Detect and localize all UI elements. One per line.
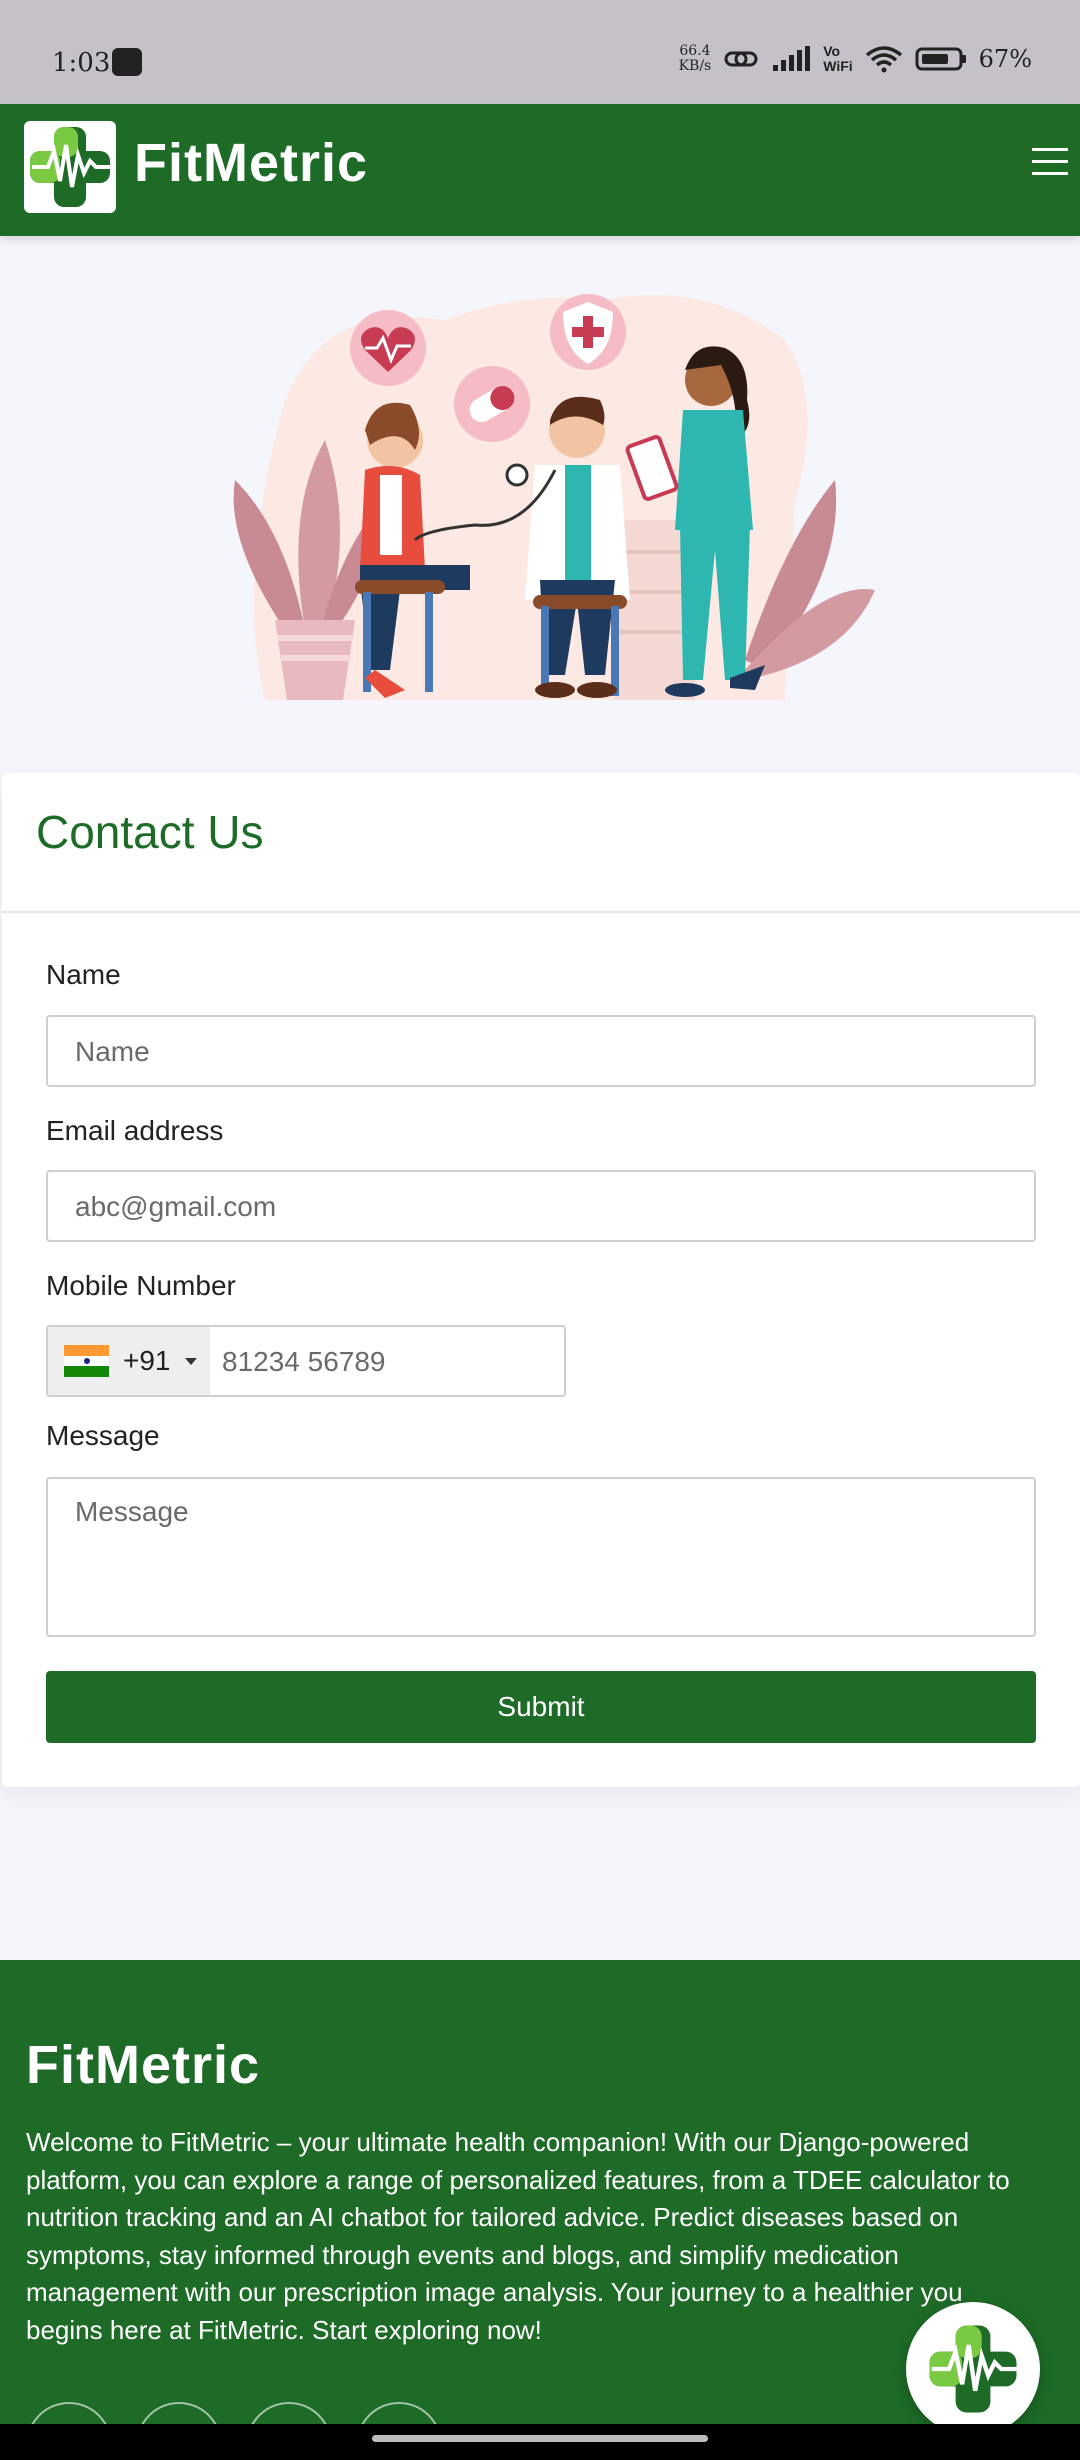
message-textarea[interactable]: Message (46, 1477, 1036, 1637)
message-label: Message (46, 1420, 160, 1451)
brand-logo[interactable] (24, 121, 116, 213)
mobile-input[interactable]: 81234 56789 (222, 1346, 386, 1378)
mobile-number-field: +91 81234 56789 (46, 1325, 566, 1397)
heart-badge-icon (350, 310, 426, 386)
hamburger-menu-icon[interactable] (1032, 142, 1072, 182)
shield-badge-icon (550, 294, 626, 370)
chevron-down-icon (184, 1357, 197, 1365)
vowifi-label: Vo WiFi (823, 44, 852, 74)
vowifi-top: Vo (823, 43, 841, 59)
link-icon (724, 51, 758, 67)
navbar: FitMetric (0, 104, 1080, 236)
vowifi-bottom: WiFi (823, 58, 853, 74)
chatbot-logo-icon (929, 2325, 1017, 2413)
menu-line (1032, 160, 1068, 163)
status-bar: 1:03 66.4 KB/s Vo WiFi 67% (0, 0, 1080, 104)
wifi-icon (865, 46, 902, 73)
footer-title: FitMetric (26, 2035, 261, 2095)
network-speed: 66.4 KB/s (679, 44, 712, 74)
brand-name[interactable]: FitMetric (134, 132, 368, 194)
doctor-checkup-illustration (233, 294, 875, 700)
signal-icon (773, 46, 811, 71)
name-input[interactable]: Name (46, 1015, 1036, 1087)
network-speed-value: 66.4 (679, 43, 711, 59)
mobile-label: Mobile Number (46, 1270, 236, 1301)
india-flag-icon (64, 1345, 109, 1378)
chatbot-button[interactable] (906, 2302, 1040, 2436)
system-navigation-bar (0, 2424, 1080, 2460)
country-code-select[interactable]: +91 (48, 1327, 210, 1395)
social-link[interactable] (26, 2402, 112, 2424)
menu-line (1032, 148, 1068, 151)
email-input[interactable]: abc@gmail.com (46, 1170, 1036, 1242)
battery-percentage: 67% (978, 45, 1032, 73)
email-label: Email address (46, 1115, 224, 1146)
contact-form-card: Contact Us Name Name Email address abc@g… (2, 773, 1080, 1787)
submit-button[interactable]: Submit (46, 1671, 1036, 1743)
menu-line (1032, 172, 1068, 175)
country-dial-code: +91 (123, 1345, 171, 1376)
notification-icon (112, 48, 142, 76)
social-link[interactable] (356, 2402, 442, 2424)
social-link[interactable] (136, 2402, 222, 2424)
contact-title: Contact Us (36, 806, 264, 858)
name-label: Name (46, 959, 121, 990)
battery-icon (915, 47, 966, 71)
network-speed-unit: KB/s (678, 58, 712, 74)
card-divider (2, 911, 1080, 913)
social-link[interactable] (246, 2402, 332, 2424)
pill-badge-icon (454, 366, 530, 442)
home-gesture-handle[interactable] (372, 2435, 708, 2442)
status-indicators: 66.4 KB/s Vo WiFi 67% (679, 44, 1032, 74)
footer-description: Welcome to FitMetric – your ultimate hea… (26, 2127, 1010, 2345)
status-time: 1:03 (52, 48, 111, 78)
health-cross-heartbeat-icon (30, 127, 110, 207)
